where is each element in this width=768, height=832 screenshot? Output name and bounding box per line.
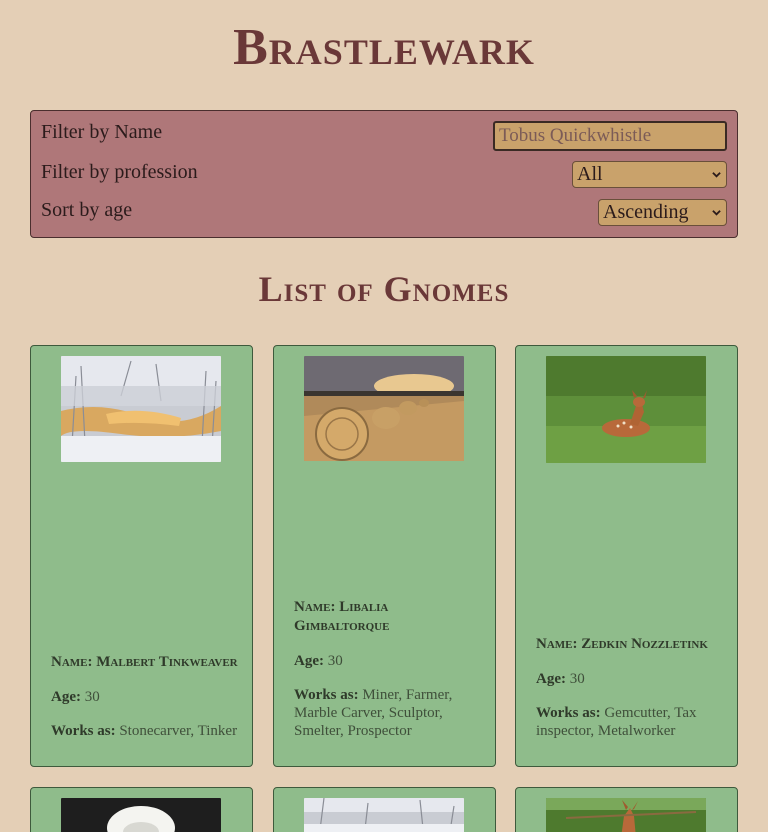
- gnome-photo: [546, 798, 706, 832]
- gnome-details: Name: Zedkin Nozzletink Age: 30 Works as…: [536, 635, 725, 740]
- list-title: List of Gnomes: [258, 269, 510, 309]
- gnome-card[interactable]: Name: Malbert Tinkweaver Age: 30 Works a…: [30, 345, 253, 767]
- name-filter-label: Filter by Name: [41, 121, 163, 143]
- sort-label: Sort by age: [41, 199, 133, 221]
- gnome-photo: [61, 798, 221, 832]
- gnome-age: Age: 30: [536, 671, 585, 687]
- gnome-card[interactable]: [515, 787, 738, 832]
- gnome-card[interactable]: [273, 787, 496, 832]
- gnome-age: Age: 30: [51, 689, 100, 705]
- gnome-photo: [304, 356, 464, 461]
- gnome-details: Name: Malbert Tinkweaver Age: 30 Works a…: [51, 653, 240, 740]
- gnome-photo: [546, 356, 706, 463]
- gnome-age: Age: 30: [294, 653, 343, 669]
- name-filter-input[interactable]: Tobus Quickwhistle: [493, 121, 727, 151]
- gnome-details: Name: Libalia Gimbaltorque Age: 30 Works…: [294, 598, 483, 740]
- gnome-card[interactable]: Name: Zedkin Nozzletink Age: 30 Works as…: [515, 345, 738, 767]
- profession-filter-label: Filter by profession: [41, 161, 198, 183]
- sort-select[interactable]: Ascending: [598, 199, 727, 226]
- gnome-professions: Works as: Stonecarver, Tinker: [51, 723, 238, 739]
- profession-select-value: All: [577, 163, 603, 185]
- app-title: Brastlewark: [233, 19, 535, 76]
- filter-panel: Filter by Name Tobus Quickwhistle Filter…: [30, 110, 738, 238]
- profession-select[interactable]: All: [572, 161, 727, 188]
- gnome-photo: [61, 356, 221, 462]
- gnome-name: Name: Malbert Tinkweaver: [51, 654, 238, 670]
- gnome-name: Name: Libalia Gimbaltorque: [294, 599, 390, 634]
- chevron-down-icon: [712, 210, 721, 216]
- name-filter-placeholder: Tobus Quickwhistle: [499, 125, 652, 146]
- gnome-professions: Works as: Gemcutter, Tax inspector, Meta…: [536, 705, 697, 739]
- gnome-name: Name: Zedkin Nozzletink: [536, 636, 708, 652]
- gnome-card[interactable]: Name: Libalia Gimbaltorque Age: 30 Works…: [273, 345, 496, 767]
- sort-select-value: Ascending: [603, 201, 689, 223]
- gnome-photo: [304, 798, 464, 832]
- chevron-down-icon: [712, 172, 721, 178]
- gnome-card[interactable]: [30, 787, 253, 832]
- gnome-professions: Works as: Miner, Farmer, Marble Carver, …: [294, 687, 453, 739]
